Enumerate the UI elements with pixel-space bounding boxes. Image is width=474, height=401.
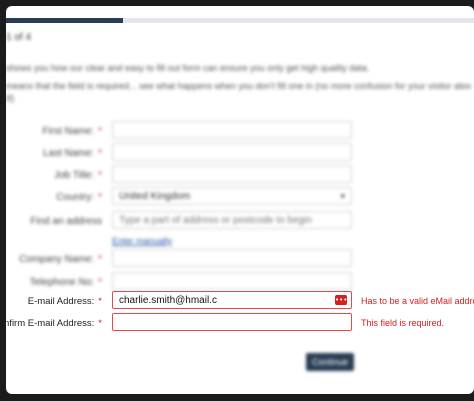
intro-text-line-3: d) (6, 93, 15, 103)
intro-text-line-1: shows you how our clear and easy to fill… (6, 63, 370, 73)
address-label: Find an address (30, 216, 102, 227)
error-icon: ••• (335, 295, 348, 305)
country-select[interactable]: United Kingdom ▾ (112, 187, 352, 205)
intro-text-line-2: means that the field is required... see … (6, 81, 471, 91)
confirm-email-error-message: This field is required. (361, 318, 445, 328)
first-name-row: First Name: * (6, 121, 474, 143)
telephone-label: Telephone No: * (29, 277, 102, 288)
chevron-down-icon: ▾ (340, 190, 345, 201)
company-label: Company Name: * (19, 254, 102, 265)
company-row: Company Name: * (6, 249, 474, 271)
country-selected-value: United Kingdom (119, 190, 191, 202)
email-row: E-mail Address:* ••• Has to be a valid e… (6, 291, 474, 313)
progress-bar (6, 18, 474, 23)
country-label: Country: * (56, 192, 102, 203)
form-window: 1 of 4 shows you how our clear and easy … (6, 6, 474, 394)
first-name-input[interactable] (112, 121, 352, 139)
address-row: Find an address (6, 211, 474, 233)
job-title-label: Job Title: * (54, 170, 102, 181)
confirm-email-row: Confirm E-mail Address:* This field is r… (6, 313, 474, 335)
confirm-email-label: Confirm E-mail Address:* (6, 318, 102, 329)
job-title-row: Job Title: * (6, 165, 474, 187)
step-indicator: 1 of 4 (6, 32, 32, 43)
country-row: Country: * United Kingdom ▾ (6, 187, 474, 209)
address-search-input[interactable] (112, 211, 352, 229)
email-error-message: Has to be a valid eMail address (361, 296, 474, 306)
job-title-input[interactable] (112, 165, 352, 183)
continue-button[interactable]: Continue (306, 353, 354, 371)
last-name-input[interactable] (112, 143, 352, 161)
progress-fill (6, 18, 123, 23)
company-input[interactable] (112, 249, 352, 267)
email-input[interactable] (112, 291, 352, 309)
first-name-label: First Name: * (42, 126, 102, 137)
confirm-email-input[interactable] (112, 313, 352, 331)
telephone-input[interactable] (112, 272, 352, 290)
last-name-row: Last Name: * (6, 143, 474, 165)
enter-manually-link[interactable]: Enter manually (112, 236, 172, 246)
email-label: E-mail Address: * (27, 296, 102, 307)
last-name-label: Last Name: * (42, 148, 102, 159)
